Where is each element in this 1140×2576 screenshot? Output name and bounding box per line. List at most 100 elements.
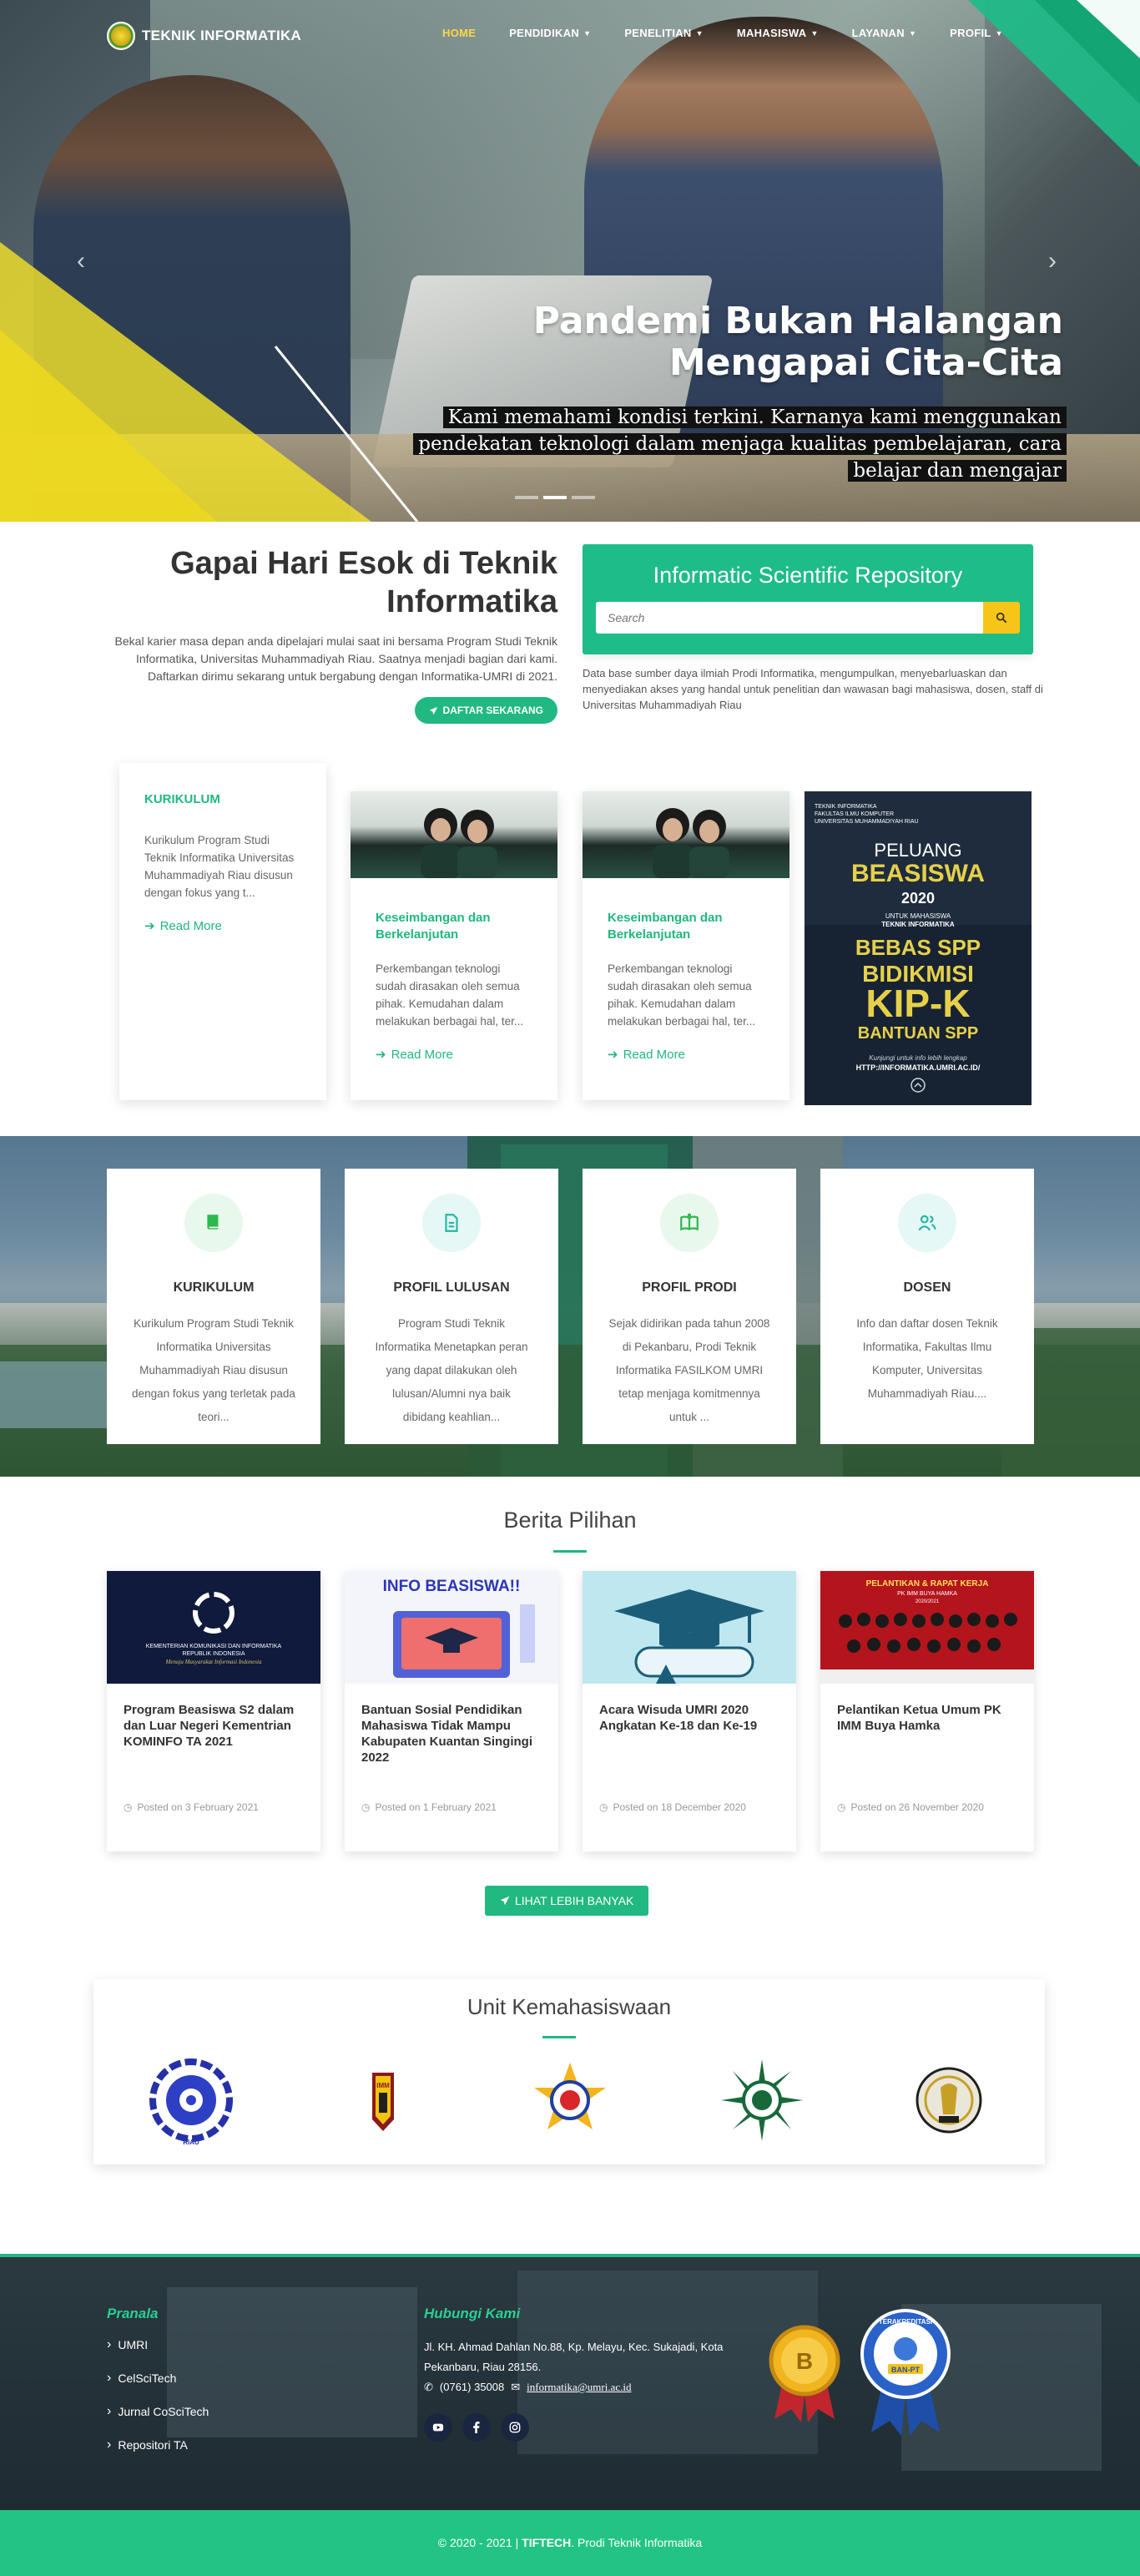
repository-search-input[interactable] <box>596 602 983 634</box>
poster-head2: FAKULTAS ILMU KOMPUTER <box>815 811 894 817</box>
footer-email-link[interactable]: informatika@umri.ac.id <box>527 2377 631 2397</box>
copyright-prefix: © 2020 - 2021 | <box>437 2536 522 2549</box>
slider-dot[interactable] <box>572 496 595 499</box>
see-more-news-button[interactable]: LIHAT LEBIH BANYAK <box>485 1886 649 1916</box>
register-button[interactable]: DAFTAR SEKARANG <box>414 697 557 724</box>
document-icon <box>422 1194 481 1252</box>
poster-bantuan: BANTUAN SPP <box>858 1024 978 1043</box>
mail-icon: ✉ <box>511 2381 521 2393</box>
nav-item-home[interactable]: HOME <box>442 27 476 39</box>
ukm-logo-imm[interactable]: IMM <box>337 2054 429 2146</box>
news-date: ◷ Posted on 18 December 2020 <box>599 1801 746 1813</box>
send-icon <box>429 706 437 715</box>
hero-title: Pandemi Bukan Halangan Mengapai Cita-Cit… <box>533 301 1063 384</box>
slider-next-arrow[interactable]: › <box>1048 247 1057 275</box>
footer-link[interactable]: Jurnal CoSciTech <box>107 2404 209 2419</box>
arrow-right-icon: ➔ <box>144 919 155 933</box>
footer-link[interactable]: UMRI <box>107 2337 209 2352</box>
chevron-down-icon: ▼ <box>810 28 819 38</box>
feature-card-dosen[interactable]: DOSEN Info dan daftar dosen Teknik Inform… <box>820 1169 1034 1444</box>
badge-top-text: TERAKREDITASI <box>879 2318 932 2326</box>
news-card[interactable]: INFO BEASISWA!! Bantuan Sosial Pendidika… <box>345 1571 558 1851</box>
repository-search-button[interactable] <box>983 602 1020 634</box>
nav-item-penelitian[interactable]: PENELITIAN ▼ <box>624 27 704 39</box>
badge-grade: B <box>796 2348 813 2374</box>
news-image: PELANTIKAN & RAPAT KERJA PK IMM BUYA HAM… <box>820 1571 1034 1684</box>
poster-beasiswa: BEASISWA <box>851 860 985 887</box>
nav-item-mahasiswa[interactable]: MAHASISWA ▼ <box>737 27 819 39</box>
footer-address: Jl. KH. Ahmad Dahlan No.88, Kp. Melayu, … <box>424 2341 724 2373</box>
search-icon <box>996 612 1007 624</box>
news-image: KEMENTERIAN KOMUNIKASI DAN INFORMATIKA R… <box>107 1571 320 1684</box>
intro-heading: Gapai Hari Esok di Teknik Informatika <box>170 546 557 619</box>
news-image-line1: PELANTIKAN & RAPAT KERJA <box>866 1579 989 1589</box>
card-title: KURIKULUM <box>144 792 220 806</box>
read-more-link[interactable]: ➔ Read More <box>144 918 301 934</box>
news-title: Program Beasiswa S2 dalam dan Luar Neger… <box>124 1703 295 1749</box>
open-book-icon <box>660 1194 719 1252</box>
footer-contact: Jl. KH. Ahmad Dahlan No.88, Kp. Melayu, … <box>424 2337 758 2397</box>
clock-icon: ◷ <box>599 1801 608 1813</box>
hero-title-line2: Mengapai Cita-Cita <box>668 341 1063 384</box>
instagram-icon[interactable] <box>501 2413 529 2442</box>
footer-links: UMRI CelSciTech Jurnal CoSciTech Repositori… <box>107 2337 209 2471</box>
copyright-suffix: . Prodi Teknik Informatika <box>571 2536 703 2549</box>
hero-title-line1: Pandemi Bukan Halangan <box>532 300 1063 342</box>
article-card: Keseimbangan dan Berkelanjutan Perkemban… <box>583 791 789 1100</box>
ukm-logo-text: RIAU <box>183 2139 199 2146</box>
slider-dot-active[interactable] <box>543 496 567 499</box>
title-underline <box>553 1550 587 1553</box>
ukm-logo-text: IMM <box>376 2082 390 2089</box>
intro-text: Bekal karier masa depan anda dipelajari … <box>114 634 557 683</box>
news-card[interactable]: KEMENTERIAN KOMUNIKASI DAN INFORMATIKA R… <box>107 1571 320 1851</box>
footer-link[interactable]: CelSciTech <box>107 2371 209 2386</box>
poster-head3: UNIVERSITAS MUHAMMADIYAH RIAU <box>815 819 919 825</box>
send-icon <box>500 1896 510 1906</box>
poster-bebas: BEBAS SPP <box>855 935 981 960</box>
ukm-logo-riau[interactable]: RIAU <box>145 2054 237 2146</box>
arrow-right-icon: ➔ <box>376 1048 386 1062</box>
slider-dot[interactable] <box>515 496 538 499</box>
feature-title: PROFIL LULUSAN <box>393 1280 510 1295</box>
scholarship-poster[interactable]: TEKNIK INFORMATIKA FAKULTAS ILMU KOMPUTE… <box>805 791 1032 1105</box>
repository-search-box: Informatic Scientific Repository <box>583 544 1033 654</box>
feature-card-profil-prodi[interactable]: PROFIL PRODI Sejak didirikan pada tahun 2… <box>583 1169 796 1444</box>
news-card[interactable]: PELANTIKAN & RAPAT KERJA PK IMM BUYA HAM… <box>820 1571 1034 1851</box>
arrow-right-icon: ➔ <box>608 1048 618 1062</box>
news-image-line3: Menuju Masyarakat Informasi Indonesia <box>165 1659 262 1665</box>
news-date: ◷ Posted on 3 February 2021 <box>124 1801 259 1813</box>
social-links <box>424 2413 529 2442</box>
main-menu: HOME PENDIDIKAN ▼ PENELITIAN ▼ MAHASISWA ▼ LAYA… <box>442 27 1037 39</box>
footer-link[interactable]: Repositori TA <box>107 2437 209 2452</box>
repository-description: Data base sumber daya ilmiah Prodi Infor… <box>583 667 1043 711</box>
chevron-down-icon: ▼ <box>908 28 917 38</box>
accreditation-b-badge: B <box>766 2322 843 2425</box>
article-card: Keseimbangan dan Berkelanjutan Perkemban… <box>351 791 557 1100</box>
news-card[interactable]: Acara Wisuda UMRI 2020 Angkatan Ke-18 da… <box>583 1571 796 1851</box>
nav-item-layanan[interactable]: LAYANAN ▼ <box>852 27 917 39</box>
poster-info: Kunjungi untuk info lebih lengkap <box>869 1054 967 1062</box>
news-date: ◷ Posted on 1 February 2021 <box>361 1801 497 1813</box>
brand-link[interactable]: TEKNIK INFORMATIKA <box>107 22 301 50</box>
chevron-down-icon: ▼ <box>695 28 704 38</box>
youtube-icon[interactable] <box>424 2413 452 2442</box>
chevron-down-icon: ▼ <box>583 28 592 38</box>
facebook-icon[interactable] <box>462 2413 491 2442</box>
feature-card-profil-lulusan[interactable]: PROFIL LULUSAN Program Studi Teknik Infor… <box>345 1169 558 1444</box>
ukm-logo-muhammadiyah[interactable] <box>716 2054 808 2146</box>
ukm-logo-emblem[interactable] <box>524 2054 616 2146</box>
umri-logo-icon <box>107 22 135 50</box>
feature-card-kurikulum[interactable]: KURIKULUM Kurikulum Program Studi Teknik … <box>107 1169 320 1444</box>
poster-untuk2: TEKNIK INFORMATIKA <box>881 921 955 928</box>
nav-item-pendidikan[interactable]: PENDIDIKAN ▼ <box>509 27 591 39</box>
slider-prev-arrow[interactable]: ‹ <box>77 247 85 275</box>
ukm-logo-seal[interactable] <box>903 2054 995 2146</box>
news-image-line2: REPUBLIK INDONESIA <box>182 1651 245 1657</box>
news-image <box>583 1571 796 1684</box>
phone-icon: ✆ <box>424 2381 433 2393</box>
read-more-link[interactable]: ➔ Read More <box>608 1047 764 1063</box>
nav-item-profil[interactable]: PROFIL ▼ <box>950 27 1003 39</box>
poster-untuk1: UNTUK MAHASISWA <box>885 912 951 920</box>
news-date: ◷ Posted on 26 November 2020 <box>837 1801 984 1813</box>
read-more-link[interactable]: ➔ Read More <box>376 1047 532 1063</box>
